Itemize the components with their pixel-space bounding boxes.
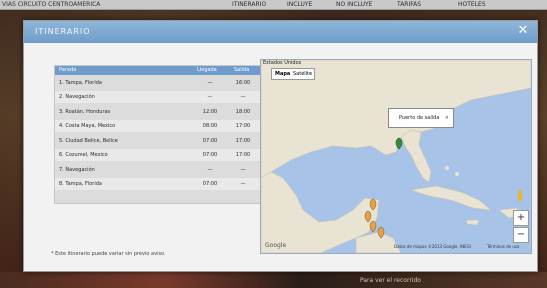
row-place: 6. Cozumel, Mexico xyxy=(59,152,108,158)
florida-peninsula xyxy=(400,129,432,183)
header-arrival: Llegada xyxy=(197,67,217,73)
header-departure: Salida xyxy=(234,67,250,73)
bahamas-island xyxy=(455,172,459,176)
map-type-map-button[interactable]: Mapa xyxy=(275,69,290,79)
map-terms-link[interactable]: Términos de uso xyxy=(487,244,519,249)
row-arrival: — xyxy=(207,167,213,173)
row-place: 7. Navegación xyxy=(59,167,95,173)
popup-close-icon[interactable]: × xyxy=(445,109,449,127)
itinerary-modal: ITINERARIO ✕ Parada Llegada Salida 1. Ta… xyxy=(23,20,538,272)
map-type-satellite-button[interactable]: Satélite xyxy=(293,69,312,79)
row-arrival: 08:00 xyxy=(202,123,218,129)
modal-title: ITINERARIO xyxy=(35,27,91,36)
zoom-in-button[interactable]: + xyxy=(513,210,529,226)
row-arrival: 07:00 xyxy=(202,138,218,144)
itinerary-footnote: * Este itinerario puede variar sin previ… xyxy=(51,251,166,257)
background-bottom-strip: Para ver el recorrido xyxy=(0,272,547,288)
marker-belize xyxy=(369,220,377,233)
row-place: 4. Costa Maya, Mexico xyxy=(59,123,116,129)
map-type-control: Mapa Satélite xyxy=(271,68,315,80)
zoom-out-button[interactable]: − xyxy=(513,227,529,243)
background-tab-incluye[interactable]: INCLUYE xyxy=(287,0,312,9)
row-place: 3. Roatán, Honduras xyxy=(59,109,111,115)
pegman-icon[interactable] xyxy=(516,190,524,202)
background-breadcrumb: VIAS CIRCUITO CENTROAMERICA xyxy=(2,1,101,8)
map-canvas[interactable] xyxy=(261,60,531,253)
table-row: 6. Cozumel, Mexico 07:00 17:00 xyxy=(55,149,271,161)
row-departure: 18:00 xyxy=(235,109,251,115)
modal-header: ITINERARIO ✕ xyxy=(24,21,537,43)
row-departure: 17:00 xyxy=(235,123,251,129)
row-place: 5. Ciudad Belice, Belice xyxy=(59,138,118,144)
route-map[interactable]: Estados Unidos Mapa Satélite Puerto de s… xyxy=(260,59,532,254)
google-logo: Google xyxy=(265,242,287,249)
row-departure: — xyxy=(240,94,246,100)
itinerary-table-header: Parada Llegada Salida xyxy=(55,66,271,75)
info-popup-text: Puerto de salida xyxy=(399,115,440,121)
row-place: 2. Navegación xyxy=(59,94,95,100)
header-place: Parada xyxy=(59,67,77,73)
table-row: 4. Costa Maya, Mexico 08:00 17:00 xyxy=(55,120,271,132)
row-departure: 16:00 xyxy=(235,80,251,86)
bahamas-island xyxy=(445,166,449,170)
table-row: 5. Ciudad Belice, Belice 07:00 17:00 xyxy=(55,135,271,147)
row-place: 1. Tampa, Florida xyxy=(59,80,102,86)
table-row: 3. Roatán, Honduras 12:00 18:00 xyxy=(55,106,271,118)
table-row: 2. Navegación — — xyxy=(55,91,271,103)
row-arrival: 07:00 xyxy=(202,152,218,158)
row-arrival: 07:00 xyxy=(202,181,218,187)
jamaica-island xyxy=(466,219,480,226)
table-row: 7. Navegación — — xyxy=(55,164,271,176)
background-topbar: VIAS CIRCUITO CENTROAMERICA ITINERARIO I… xyxy=(0,0,547,10)
itinerary-table: Parada Llegada Salida 1. Tampa, Florida … xyxy=(54,65,272,204)
row-departure: — xyxy=(240,181,246,187)
row-departure: 17:00 xyxy=(235,152,251,158)
background-bottom-text: Para ver el recorrido xyxy=(360,277,421,284)
map-region-label: Estados Unidos xyxy=(263,60,302,66)
zoom-control: + − xyxy=(513,210,529,244)
close-icon[interactable]: ✕ xyxy=(516,24,530,38)
background-tab-hoteles[interactable]: HOTELES xyxy=(458,0,486,9)
background-tab-no-incluye[interactable]: NO INCLUYE xyxy=(336,0,372,9)
row-arrival: 12:00 xyxy=(202,109,218,115)
row-arrival: — xyxy=(207,94,213,100)
map-attribution: Datos de mapas ©2013 Google, INEGI xyxy=(394,244,471,249)
row-place: 8. Tampa, Florida xyxy=(59,181,102,187)
row-arrival: — xyxy=(207,80,213,86)
table-row: 8. Tampa, Florida 07:00 — xyxy=(55,178,271,190)
row-departure: 17:00 xyxy=(235,138,251,144)
row-departure: — xyxy=(240,167,246,173)
background-tab-tarifas[interactable]: TARIFAS xyxy=(397,0,421,9)
table-row: 1. Tampa, Florida — 16:00 xyxy=(55,77,271,89)
background-tab-itinerario[interactable]: ITINERARIO xyxy=(232,0,266,9)
cuba-island xyxy=(410,185,492,211)
info-popup: Puerto de salida × xyxy=(388,108,454,128)
